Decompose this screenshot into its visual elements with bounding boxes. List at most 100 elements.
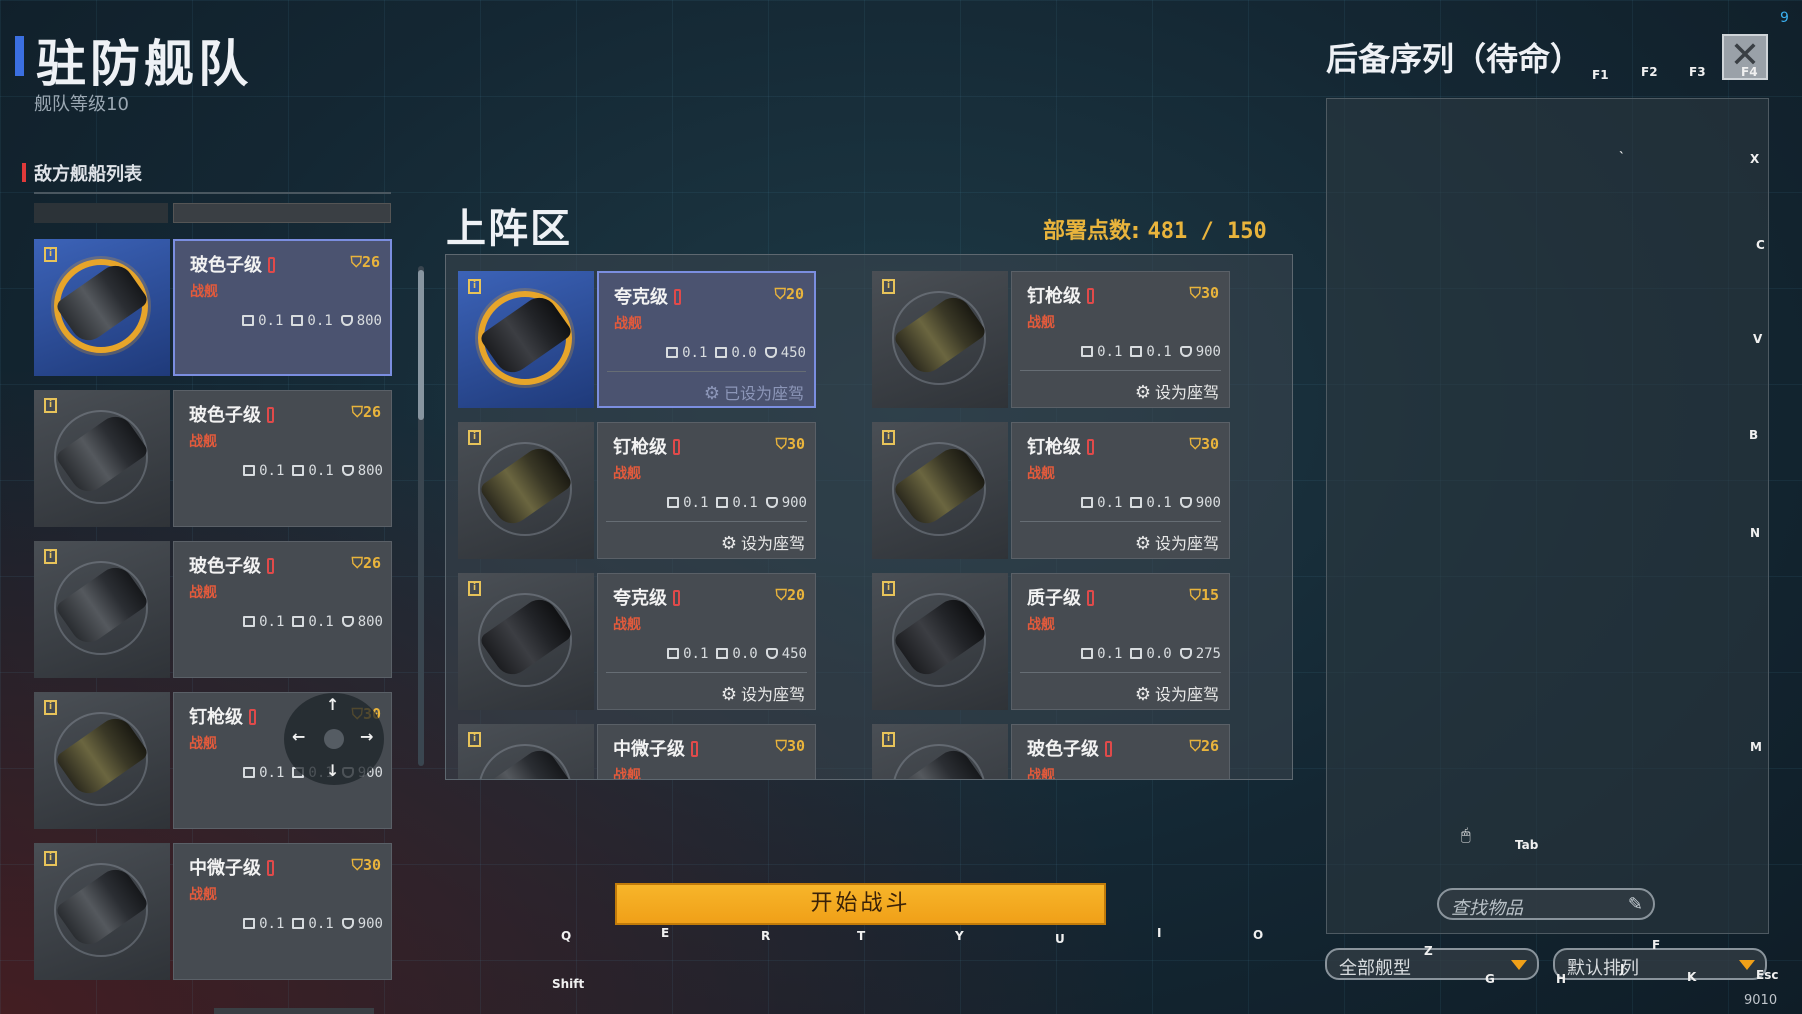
set-flagship-button[interactable]: ⚙ 设为座驾 [721, 530, 805, 554]
hotkey-r: R [761, 929, 771, 943]
stat-2: 0.1 [308, 916, 334, 932]
info-tag-icon[interactable]: i [882, 279, 895, 294]
ship-name: 钉枪级 [613, 433, 680, 459]
info-tag-icon[interactable]: i [468, 581, 481, 596]
info-tag-icon[interactable]: i [468, 430, 481, 445]
shield-icon [341, 616, 354, 627]
shield-icon [341, 465, 354, 476]
hotkey-f3: F3 [1689, 65, 1706, 79]
page-title: 驻防舰队 [36, 35, 252, 93]
deploy-points-label: 部署点数: [1043, 219, 1140, 244]
ship-thumbnail: i [34, 843, 170, 980]
stat-2: 0.1 [732, 495, 758, 511]
class-marker-icon [267, 558, 274, 574]
ship-name: 夸克级 [613, 584, 680, 610]
stat-1: 0.1 [259, 916, 285, 932]
dpad-overlay[interactable]: ↑ ← → ↓ [284, 693, 384, 785]
ship-card[interactable]: i 质子级 ⛉15 战舰 0.1 0.0 275 ⚙ 设为座驾 [872, 573, 1230, 710]
ship-name: 钉枪级 [1027, 433, 1094, 459]
ship-card[interactable]: i 中微子级 ⛉30 战舰 [458, 724, 816, 779]
gear-icon: ⚙ [1134, 684, 1151, 705]
arrow-left-icon[interactable]: ← [292, 727, 305, 746]
hotkey-c: C [1756, 238, 1765, 252]
ship-card[interactable]: i 玻色子级 ⛉26 战舰 0.1 0.1 800 [34, 541, 392, 678]
reserve-panel[interactable] [1326, 98, 1769, 934]
arrow-right-icon[interactable]: → [360, 727, 373, 746]
arrow-down-icon[interactable]: ↓ [326, 761, 339, 780]
stat-3: 900 [781, 495, 807, 511]
set-flagship-button[interactable]: ⚙ 设为座驾 [721, 681, 805, 705]
attack-stat-icon [243, 465, 256, 476]
set-flagship-button[interactable]: ⚙ 设为座驾 [1135, 530, 1219, 554]
ship-card[interactable]: i 玻色子级 ⛉26 战舰 0.1 0.1 800 [34, 239, 392, 376]
hotkey-f1: F1 [1592, 68, 1609, 82]
ship-card[interactable]: i 钉枪级 ⛉30 战舰 0.1 0.1 900 ⚙ 设为座驾 [458, 422, 816, 559]
ship-type: 战舰 [189, 585, 217, 601]
ship-name-text: 中微子级 [189, 858, 261, 879]
info-tag-icon[interactable]: i [44, 851, 57, 866]
hotkey-f2: F2 [1641, 65, 1658, 79]
dpad-center[interactable] [324, 729, 344, 749]
hotkey-e: E [661, 926, 670, 940]
ship-card[interactable]: i 中微子级 ⛉30 战舰 0.1 0.1 900 [34, 843, 392, 980]
info-tag-icon[interactable]: i [882, 581, 895, 596]
ship-card[interactable]: i 玻色子级 ⛉26 战舰 0.1 0.1 800 [34, 390, 392, 527]
ship-info: 钉枪级 ⛉30 战舰 0.1 0.1 900 ⚙ 设为座驾 [1011, 271, 1230, 408]
info-tag-icon[interactable]: i [44, 398, 57, 413]
sort-dropdown[interactable]: 默认排列 [1553, 948, 1767, 980]
shield-icon [1179, 648, 1192, 659]
attack-stat-icon [1081, 497, 1094, 508]
info-tag-icon[interactable]: i [44, 700, 57, 715]
ship-name: 质子级 [1027, 584, 1094, 610]
ship-name-text: 玻色子级 [189, 556, 261, 577]
attack-stat-icon [667, 648, 680, 659]
hotkey-i: I [1157, 926, 1162, 940]
info-tag-icon[interactable]: i [468, 732, 481, 747]
ship-thumbnail: i [34, 541, 170, 678]
ship-thumbnail: i [34, 692, 170, 829]
class-marker-icon [673, 439, 680, 455]
ship-card[interactable]: i 钉枪级 ⛉30 战舰 0.1 0.1 900 ⚙ 设为座驾 [872, 422, 1230, 559]
ship-info: 中微子级 ⛉30 战舰 [597, 724, 816, 779]
search-input[interactable]: 查找物品 ✎ [1437, 888, 1655, 920]
info-tag-icon[interactable]: i [44, 549, 57, 564]
stat-1: 0.1 [1097, 344, 1123, 360]
set-flagship-button[interactable]: ⚙ 设为座驾 [1135, 681, 1219, 705]
hotkey-u: U [1055, 932, 1065, 946]
set-flagship-label: 设为座驾 [1154, 685, 1219, 704]
ship-card[interactable]: i 钉枪级 ⛉30 战舰 0.1 0.1 900 ⚙ 设为座驾 [872, 271, 1230, 408]
ship-type: 战舰 [190, 284, 218, 300]
set-flagship-button[interactable]: ⚙ 设为座驾 [1135, 379, 1219, 403]
stat-1: 0.1 [683, 495, 709, 511]
info-tag-icon[interactable]: i [882, 732, 895, 747]
ship-stats: 0.1 0.1 900 [598, 495, 807, 511]
ship-name: 钉枪级 [189, 703, 256, 729]
bottom-scrollbar[interactable] [214, 1008, 374, 1014]
start-battle-button[interactable]: 开始战斗 [615, 883, 1106, 925]
stat-1: 0.1 [259, 463, 285, 479]
ship-info: 玻色子级 ⛉26 战舰 0.1 0.1 800 [173, 390, 392, 527]
ship-type: 战舰 [613, 466, 641, 482]
stat-3: 800 [357, 614, 383, 630]
ship-stats: 0.1 0.1 900 [174, 916, 383, 932]
info-tag-icon[interactable]: i [882, 430, 895, 445]
hotkey-j: J [1620, 962, 1625, 976]
ship-stats: 0.1 0.1 800 [174, 614, 383, 630]
ship-card[interactable]: i 夸克级 ⛉20 战舰 0.1 0.0 450 ⚙ 已设为座驾 [458, 271, 816, 408]
ship-name-text: 夸克级 [613, 588, 667, 609]
ship-cost-value: 26 [1200, 737, 1219, 755]
ship-thumbnail: i [34, 239, 170, 376]
info-tag-icon[interactable]: i [44, 247, 57, 262]
ship-thumbnail: i [872, 573, 1008, 710]
list-scrollbar-thumb[interactable] [418, 270, 424, 420]
ship-info: 玻色子级 ⛉26 战舰 0.1 0.1 800 [173, 541, 392, 678]
ship-stats: 0.1 0.0 450 [598, 646, 807, 662]
ship-card[interactable]: i 玻色子级 ⛉26 战舰 [872, 724, 1230, 779]
stat-1: 0.1 [683, 646, 709, 662]
cost-icon: ⛉ [1189, 737, 1201, 755]
ship-cost-value: 26 [361, 253, 380, 271]
arrow-up-icon[interactable]: ↑ [326, 695, 339, 714]
ship-card[interactable]: i 夸克级 ⛉20 战舰 0.1 0.0 450 ⚙ 设为座驾 [458, 573, 816, 710]
info-tag-icon[interactable]: i [468, 279, 481, 294]
ship-name-text: 钉枪级 [613, 437, 667, 458]
